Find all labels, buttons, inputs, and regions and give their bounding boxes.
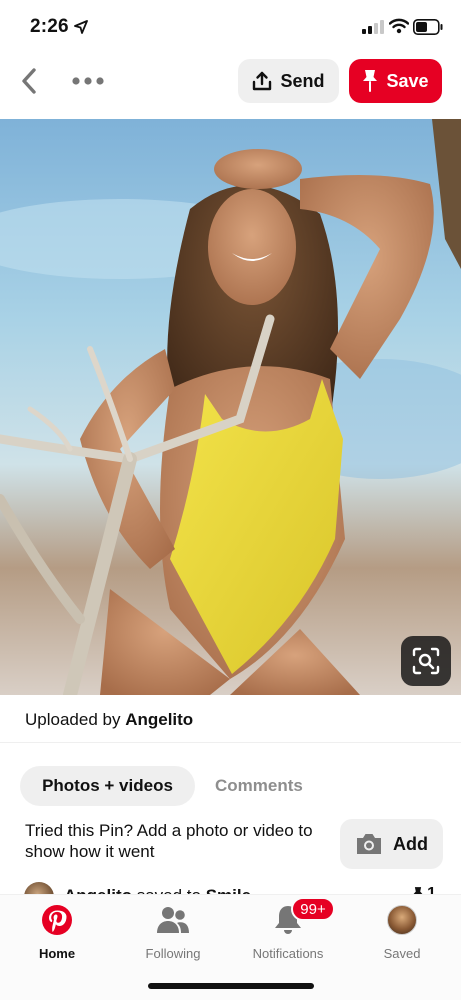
more-dots-icon	[72, 77, 104, 85]
nav-saved-icon-wrap	[385, 903, 419, 937]
notifications-badge: 99+	[291, 897, 335, 921]
wifi-icon	[389, 18, 409, 34]
nav-home[interactable]: Home	[2, 903, 112, 967]
pin-photo	[0, 119, 461, 695]
nav-following-icon-wrap	[156, 903, 190, 937]
nav-following[interactable]: Following	[118, 903, 228, 967]
back-button[interactable]	[12, 64, 46, 98]
nav-notifications-label: Notifications	[252, 946, 324, 961]
tab-comments[interactable]: Comments	[215, 776, 303, 796]
divider	[0, 742, 461, 743]
status-time: 2:26	[30, 16, 69, 37]
home-indicator[interactable]	[148, 983, 314, 989]
share-upload-icon	[253, 71, 272, 91]
tab-photos-videos[interactable]: Photos + videos	[20, 766, 195, 806]
pin-image[interactable]	[0, 119, 461, 695]
uploaded-by: Uploaded by Angelito	[25, 710, 193, 730]
nav-following-label: Following	[145, 946, 201, 961]
cellular-signal-icon	[362, 20, 384, 34]
visual-search-icon	[412, 647, 440, 675]
save-label: Save	[386, 70, 429, 91]
status-bar: 2:26	[0, 0, 461, 56]
pushpin-icon	[363, 70, 378, 92]
camera-icon	[357, 834, 381, 854]
send-label: Send	[280, 70, 325, 91]
uploader-link[interactable]: Angelito	[125, 710, 193, 729]
nav-home-icon-wrap	[40, 903, 74, 937]
nav-home-label: Home	[38, 946, 76, 961]
avatar	[387, 905, 417, 935]
visual-search-button[interactable]	[401, 636, 451, 686]
uploaded-prefix: Uploaded by	[25, 710, 126, 729]
more-options-button[interactable]	[68, 64, 108, 98]
chevron-left-icon	[22, 68, 36, 94]
nav-notifications[interactable]: 99+ Notifications	[233, 897, 343, 967]
nav-saved-label: Saved	[383, 946, 421, 961]
battery-icon	[413, 19, 443, 35]
nav-notifications-icon-wrap: 99+	[271, 897, 335, 937]
send-button[interactable]: Send	[238, 59, 339, 103]
tried-pin-prompt: Tried this Pin? Add a photo or video to …	[25, 821, 313, 861]
nav-saved[interactable]: Saved	[347, 903, 457, 967]
top-bar: Send Save	[0, 56, 461, 112]
add-label: Add	[393, 833, 428, 854]
save-button[interactable]: Save	[349, 59, 442, 103]
location-arrow-icon	[74, 20, 88, 34]
add-photo-button[interactable]: Add	[340, 819, 443, 869]
pinterest-logo-icon	[42, 905, 72, 935]
people-icon	[157, 907, 189, 933]
